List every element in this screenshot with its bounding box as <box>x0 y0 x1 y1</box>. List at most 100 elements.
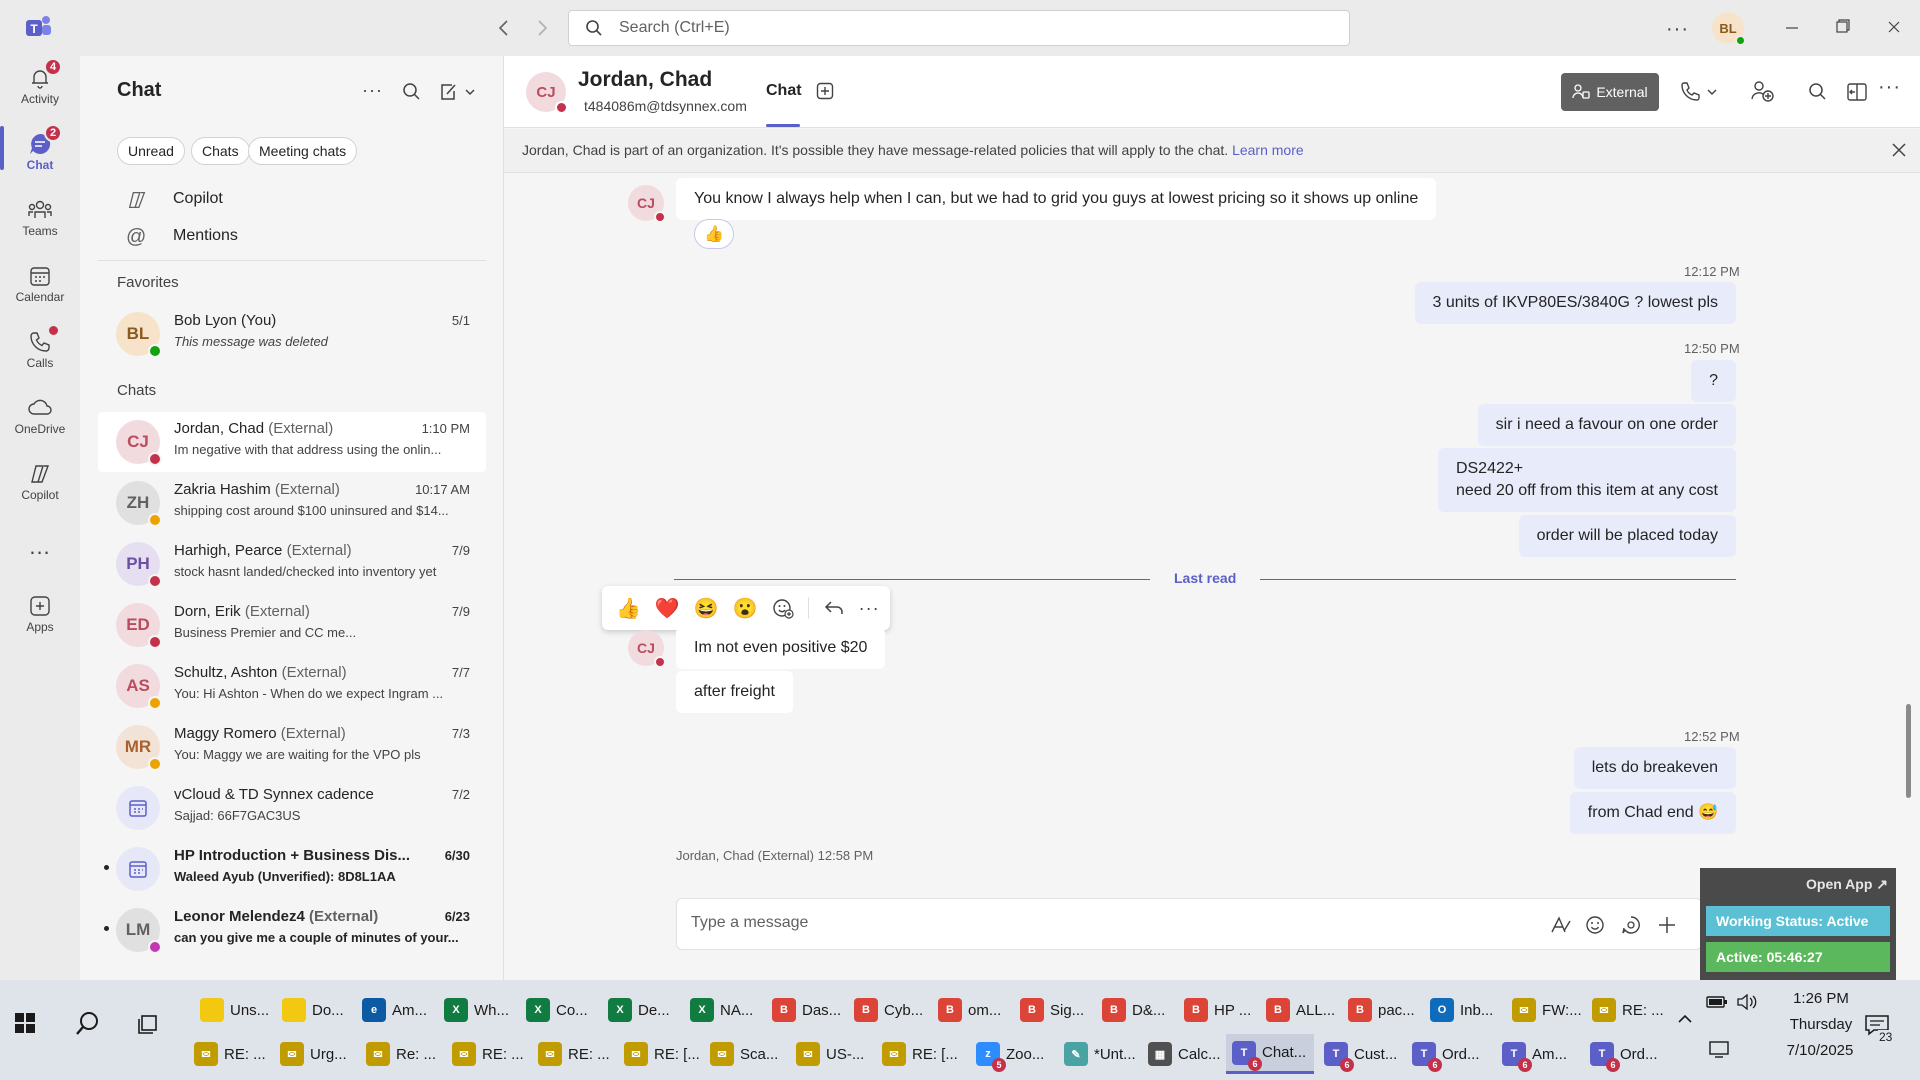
chat-list-item[interactable]: CJ Jordan, Chad (External) 1:10 PM Im negat… <box>98 412 486 472</box>
taskbar-app-button[interactable]: X De... <box>602 990 670 1030</box>
taskbar-search-icon[interactable] <box>74 1010 102 1038</box>
open-app-button[interactable]: Open App ↗ <box>1806 876 1888 893</box>
rail-activity[interactable]: 4 Activity <box>0 58 80 106</box>
rail-teams[interactable]: Teams <box>0 196 80 238</box>
conversation-more-icon[interactable]: ··· <box>1878 76 1901 99</box>
taskbar-app-button[interactable]: ✉ RE: ... <box>446 1034 524 1074</box>
taskbar-app-button[interactable]: T 6 Ord... <box>1406 1034 1480 1074</box>
rail-apps[interactable]: Apps <box>0 592 80 634</box>
pinned-mentions[interactable]: Mentions <box>173 227 238 245</box>
taskbar-app-button[interactable]: B Cyb... <box>848 990 923 1030</box>
filter-unread[interactable]: Unread <box>117 137 185 165</box>
clock-day[interactable]: Thursday <box>1776 1016 1866 1033</box>
clock-time[interactable]: 1:26 PM <box>1776 990 1866 1007</box>
notification-center-icon[interactable]: 23 <box>1864 1014 1894 1044</box>
more-apps-icon[interactable]: ... <box>0 534 80 560</box>
taskbar-app-button[interactable]: ✉ RE: ... <box>532 1034 610 1074</box>
chat-list-item[interactable]: vCloud & TD Synnex cadence 7/2 Sajjad: 66… <box>98 778 486 838</box>
taskbar-app-button[interactable]: z 5 Zoo... <box>970 1034 1044 1074</box>
chat-list-item[interactable]: PH Harhigh, Pearce (External) 7/9 stock has… <box>98 534 486 594</box>
message-bubble[interactable]: from Chad end 😅 <box>1569 792 1736 834</box>
message-bubble[interactable]: You know I always help when I can, but w… <box>676 178 1437 220</box>
external-badge[interactable]: External <box>1561 73 1659 111</box>
message-bubble[interactable]: sir i need a favour on one order <box>1477 404 1736 446</box>
pinned-copilot[interactable]: Copilot <box>173 190 223 208</box>
battery-icon[interactable] <box>1706 994 1728 1010</box>
clock-date[interactable]: 7/10/2025 <box>1770 1042 1870 1059</box>
rail-chat[interactable]: 2 Chat <box>0 124 80 172</box>
more-options-icon[interactable]: ··· <box>1666 18 1689 41</box>
taskbar-app-button[interactable]: ▦ Calc... <box>1142 1034 1221 1074</box>
back-icon[interactable] <box>494 16 514 40</box>
rail-calls[interactable]: Calls <box>0 326 80 370</box>
message-bubble[interactable]: 3 units of IKVP80ES/3840G ? lowest pls <box>1414 282 1736 324</box>
maximize-icon[interactable] <box>1834 16 1850 40</box>
chats-header[interactable]: Chats <box>117 382 156 399</box>
taskbar-app-button[interactable]: T 6 Ord... <box>1584 1034 1658 1074</box>
close-icon[interactable] <box>1886 16 1902 40</box>
rail-copilot[interactable]: Copilot <box>0 460 80 502</box>
add-people-icon[interactable] <box>1750 80 1774 102</box>
emoji-icon[interactable] <box>1585 915 1605 935</box>
message-bubble[interactable]: DS2422+ need 20 off from this item at an… <box>1437 448 1736 512</box>
favorites-header[interactable]: Favorites <box>117 274 179 291</box>
taskbar-app-button[interactable]: T 6 Am... <box>1496 1034 1567 1074</box>
contact-avatar[interactable]: CJ <box>526 72 568 114</box>
chat-list-item[interactable]: ZH Zakria Hashim (External) 10:17 AM shippi… <box>98 473 486 533</box>
taskbar-app-button[interactable]: ✉ FW:... <box>1506 990 1582 1030</box>
tab-chat[interactable]: Chat <box>766 82 802 100</box>
taskbar-app-button[interactable]: e Am... <box>356 990 427 1030</box>
taskbar-app-button[interactable]: B ALL... <box>1260 990 1335 1030</box>
taskbar-app-button[interactable]: Do... <box>276 990 344 1030</box>
chat-list-item[interactable]: LM Leonor Melendez4 (External) 6/23 can you… <box>98 900 486 960</box>
taskbar-app-button[interactable]: X Co... <box>520 990 588 1030</box>
add-reaction-icon[interactable] <box>772 597 794 619</box>
message-composer[interactable]: Type a message <box>676 898 1702 950</box>
task-view-icon[interactable] <box>136 1012 160 1036</box>
chat-list-item[interactable]: HP Introduction + Business Dis... 6/30 Wa… <box>98 839 486 899</box>
taskbar-app-button[interactable]: ✉ Re: ... <box>360 1034 436 1074</box>
reaction-like-button[interactable]: 👍 <box>616 596 641 621</box>
new-chat-icon[interactable] <box>438 82 480 102</box>
message-bubble[interactable]: after freight <box>676 671 793 713</box>
taskbar-app-button[interactable]: ✉ Urg... <box>274 1034 347 1074</box>
message-bubble[interactable]: ? <box>1691 360 1736 402</box>
windows-start-icon[interactable] <box>14 1012 36 1034</box>
chat-list-item[interactable]: ED Dorn, Erik (External) 7/9 Business Premi… <box>98 595 486 655</box>
tray-chevron-icon[interactable] <box>1676 1010 1694 1028</box>
taskbar-app-button[interactable]: ✎ *Unt... <box>1058 1034 1136 1074</box>
message-bubble[interactable]: order will be placed today <box>1518 515 1736 557</box>
reaction-like[interactable]: 👍 <box>694 219 734 249</box>
reaction-surprised-button[interactable]: 😮 <box>733 596 758 621</box>
loop-icon[interactable] <box>1621 915 1641 935</box>
learn-more-link[interactable]: Learn more <box>1232 142 1304 158</box>
profile-avatar[interactable]: BL <box>1712 12 1746 46</box>
taskbar-app-button[interactable]: B HP ... <box>1178 990 1251 1030</box>
network-icon[interactable] <box>1708 1040 1730 1058</box>
pop-out-icon[interactable] <box>1846 82 1868 102</box>
search-in-chat-icon[interactable] <box>1808 82 1828 102</box>
filter-chats[interactable]: Chats <box>191 137 250 165</box>
scrollbar-thumb[interactable] <box>1906 704 1911 798</box>
chat-item-bob-lyon[interactable]: BL Bob Lyon (You) 5/1 This message was d… <box>98 304 486 364</box>
taskbar-app-button[interactable]: ✉ US-... <box>790 1034 864 1074</box>
taskbar-app-button[interactable]: ✉ RE: [... <box>876 1034 958 1074</box>
minimize-icon[interactable] <box>1784 16 1800 40</box>
taskbar-app-button[interactable]: B Sig... <box>1014 990 1084 1030</box>
taskbar-app-button[interactable]: ✉ RE: ... <box>188 1034 266 1074</box>
chat-list-search-icon[interactable] <box>402 82 422 102</box>
search-input[interactable]: Search (Ctrl+E) <box>568 10 1350 46</box>
chat-list-item[interactable]: MR Maggy Romero (External) 7/3 You: Maggy w… <box>98 717 486 777</box>
forward-icon[interactable] <box>532 16 552 40</box>
reaction-laugh-button[interactable]: 😆 <box>694 596 719 621</box>
chat-list-item[interactable]: AS Schultz, Ashton (External) 7/7 You: Hi A… <box>98 656 486 716</box>
taskbar-app-button[interactable]: Uns... <box>194 990 269 1030</box>
taskbar-app-button[interactable]: B D&... <box>1096 990 1165 1030</box>
reply-icon[interactable] <box>823 598 845 618</box>
message-more-icon[interactable]: ··· <box>859 598 880 619</box>
dismiss-banner-icon[interactable] <box>1890 141 1908 159</box>
filter-meeting-chats[interactable]: Meeting chats <box>248 137 358 165</box>
taskbar-app-button[interactable]: ✉ Sca... <box>704 1034 778 1074</box>
message-bubble[interactable]: lets do breakeven <box>1573 747 1736 789</box>
taskbar-app-button[interactable]: T 6 Chat... <box>1226 1034 1315 1074</box>
